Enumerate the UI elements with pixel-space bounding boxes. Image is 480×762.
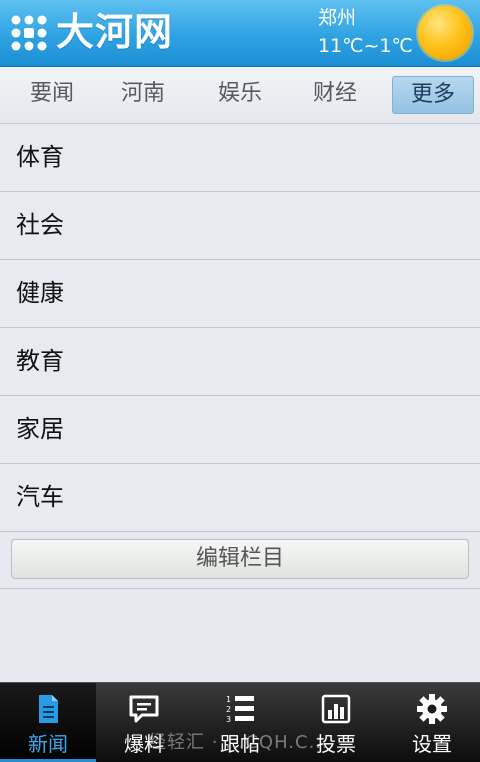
list-item-sports[interactable]: 体育 xyxy=(0,124,480,192)
document-icon xyxy=(39,695,58,723)
list-item-society[interactable]: 社会 xyxy=(0,192,480,260)
gear-icon xyxy=(417,694,447,724)
nav-settings[interactable]: 设置 xyxy=(384,683,480,762)
logo-icon xyxy=(11,15,47,51)
bar-chart-icon xyxy=(321,694,351,724)
list-item-education[interactable]: 教育 xyxy=(0,328,480,396)
tab-more[interactable]: 更多 xyxy=(392,76,474,114)
weather-city[interactable]: 郑州 xyxy=(318,6,356,30)
app-logo-text: 大河网 xyxy=(56,10,174,54)
list-item-health[interactable]: 健康 xyxy=(0,260,480,328)
sun-icon[interactable] xyxy=(418,6,472,60)
tab-finance[interactable]: 财经 xyxy=(295,76,375,112)
tab-headlines[interactable]: 要闻 xyxy=(12,76,92,112)
list-item-home[interactable]: 家居 xyxy=(0,396,480,464)
nav-label: 设置 xyxy=(412,732,452,756)
list-item-auto[interactable]: 汽车 xyxy=(0,464,480,532)
tab-henan[interactable]: 河南 xyxy=(103,76,183,112)
weather-temperature[interactable]: 11℃~1℃ xyxy=(318,34,413,58)
numbered-list-icon: 1 2 3 xyxy=(226,695,254,724)
watermark-text: 经轻汇 · ...CQH.C... xyxy=(148,732,329,753)
svg-text:1: 1 xyxy=(226,695,231,704)
chat-bubble-icon xyxy=(129,695,159,723)
tab-entertainment[interactable]: 娱乐 xyxy=(200,76,280,112)
edit-columns-button[interactable]: 编辑栏目 xyxy=(11,539,469,579)
edit-section: 编辑栏目 xyxy=(0,532,480,589)
nav-label: 新闻 xyxy=(28,732,68,756)
app-header: 大河网 郑州 11℃~1℃ xyxy=(0,0,480,67)
svg-text:2: 2 xyxy=(226,705,231,714)
channel-tabs: 要闻 河南 娱乐 财经 更多 xyxy=(0,67,480,124)
svg-text:3: 3 xyxy=(226,715,231,724)
nav-news[interactable]: 新闻 xyxy=(0,683,96,762)
category-list: 体育 社会 健康 教育 家居 汽车 xyxy=(0,124,480,532)
